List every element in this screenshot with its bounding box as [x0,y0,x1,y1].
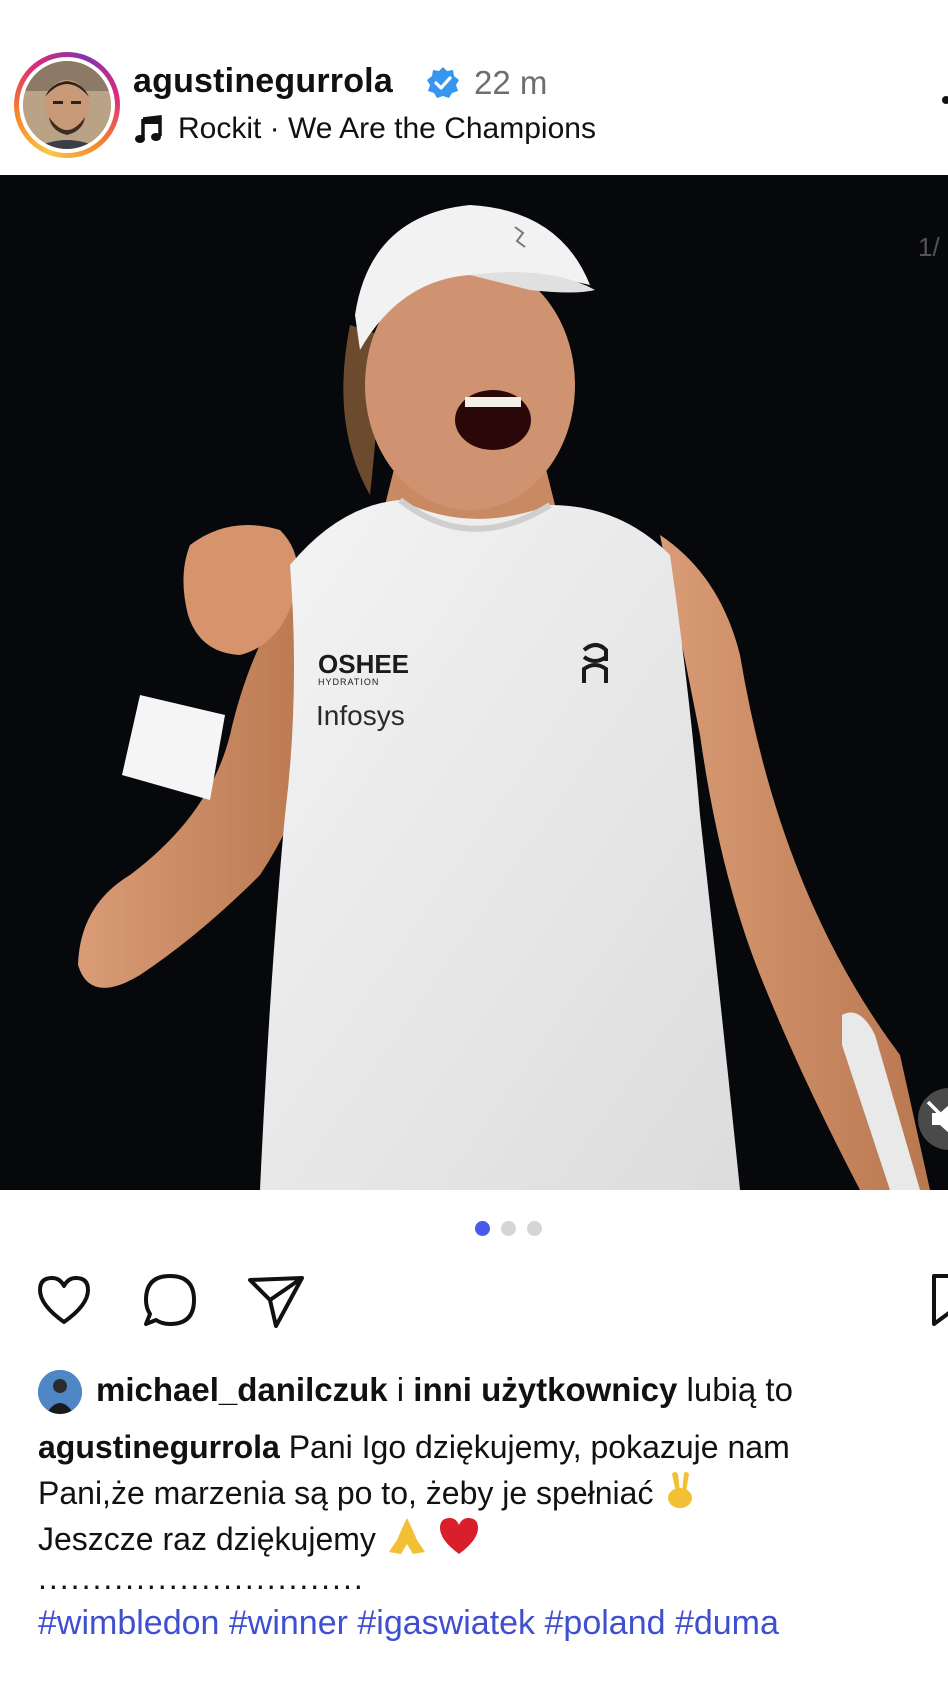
jersey-sponsor: Infosys [316,700,405,731]
post-header: agustinegurrola 22 m Rockit · We Are the… [0,0,948,175]
post-time: 22 m [474,64,548,101]
liker-avatar-photo [38,1370,82,1414]
victory-hand-emoji [668,1471,693,1508]
post-caption: agustinegurrola Pani Igo dziękujemy, pok… [38,1424,918,1562]
music-track[interactable]: Rockit · We Are the Champions [178,112,596,146]
caption-text-2: Pani,że marzenia są po to, żeby je spełn… [38,1475,654,1511]
caption-text-1: Pani Igo dziękujemy, pokazuje nam [279,1429,790,1465]
paper-plane-icon [248,1276,304,1328]
music-note-icon [135,115,162,143]
carousel-dot [501,1221,516,1236]
red-heart-emoji [439,1518,478,1554]
like-button[interactable] [34,1270,94,1330]
caption-line-3: Jeszcze raz dziękujemy [38,1516,918,1562]
caption-text-3: Jeszcze raz dziękujemy [38,1521,376,1557]
story-ring[interactable] [14,52,120,158]
folded-hands-emoji [388,1518,425,1554]
heart-outline-icon [38,1276,90,1324]
share-button[interactable] [246,1270,306,1330]
likes-connector: i [387,1371,414,1408]
likes-summary[interactable]: michael_danilczuk i inni użytkownicy lub… [36,1368,936,1414]
tennis-player-photo: OSHEE HYDRATION Infosys [0,175,948,1190]
more-options-icon[interactable] [942,96,948,104]
post-media[interactable]: OSHEE HYDRATION Infosys [0,175,948,1190]
comment-bubble-icon [144,1274,196,1326]
bookmark-icon [932,1274,948,1326]
caption-hashtags[interactable]: #wimbledon #winner #igaswiatek #poland #… [38,1604,779,1643]
verified-badge-icon [427,67,459,98]
carousel-counter: 1/ [918,232,940,262]
post-username[interactable]: agustinegurrola [133,62,393,101]
liker-avatar[interactable] [38,1370,82,1414]
likes-text: michael_danilczuk i inni użytkownicy lub… [96,1371,793,1409]
comment-button[interactable] [140,1270,200,1330]
action-bar [0,1270,948,1330]
carousel-dot [527,1221,542,1236]
liker-username[interactable]: michael_danilczuk [96,1371,388,1408]
avatar-photo [23,61,111,149]
likes-suffix: lubią to [677,1371,793,1408]
caption-dots: .............................. [38,1560,365,1596]
avatar-ring-gap [19,57,115,153]
jersey-brand: OSHEE [318,649,409,679]
jersey-sub: HYDRATION [318,677,379,687]
mute-button[interactable] [918,1088,948,1150]
avatar[interactable] [23,61,111,149]
likes-others[interactable]: inni użytkownicy [413,1371,677,1408]
caption-line-2: Pani,że marzenia są po to, żeby je spełn… [38,1470,918,1516]
caption-author[interactable]: agustinegurrola [38,1429,280,1465]
caption-line-1: agustinegurrola Pani Igo dziękujemy, pok… [38,1424,918,1470]
save-button[interactable] [928,1270,948,1330]
speaker-muted-icon [926,1100,948,1133]
carousel-dot-active [475,1221,490,1236]
